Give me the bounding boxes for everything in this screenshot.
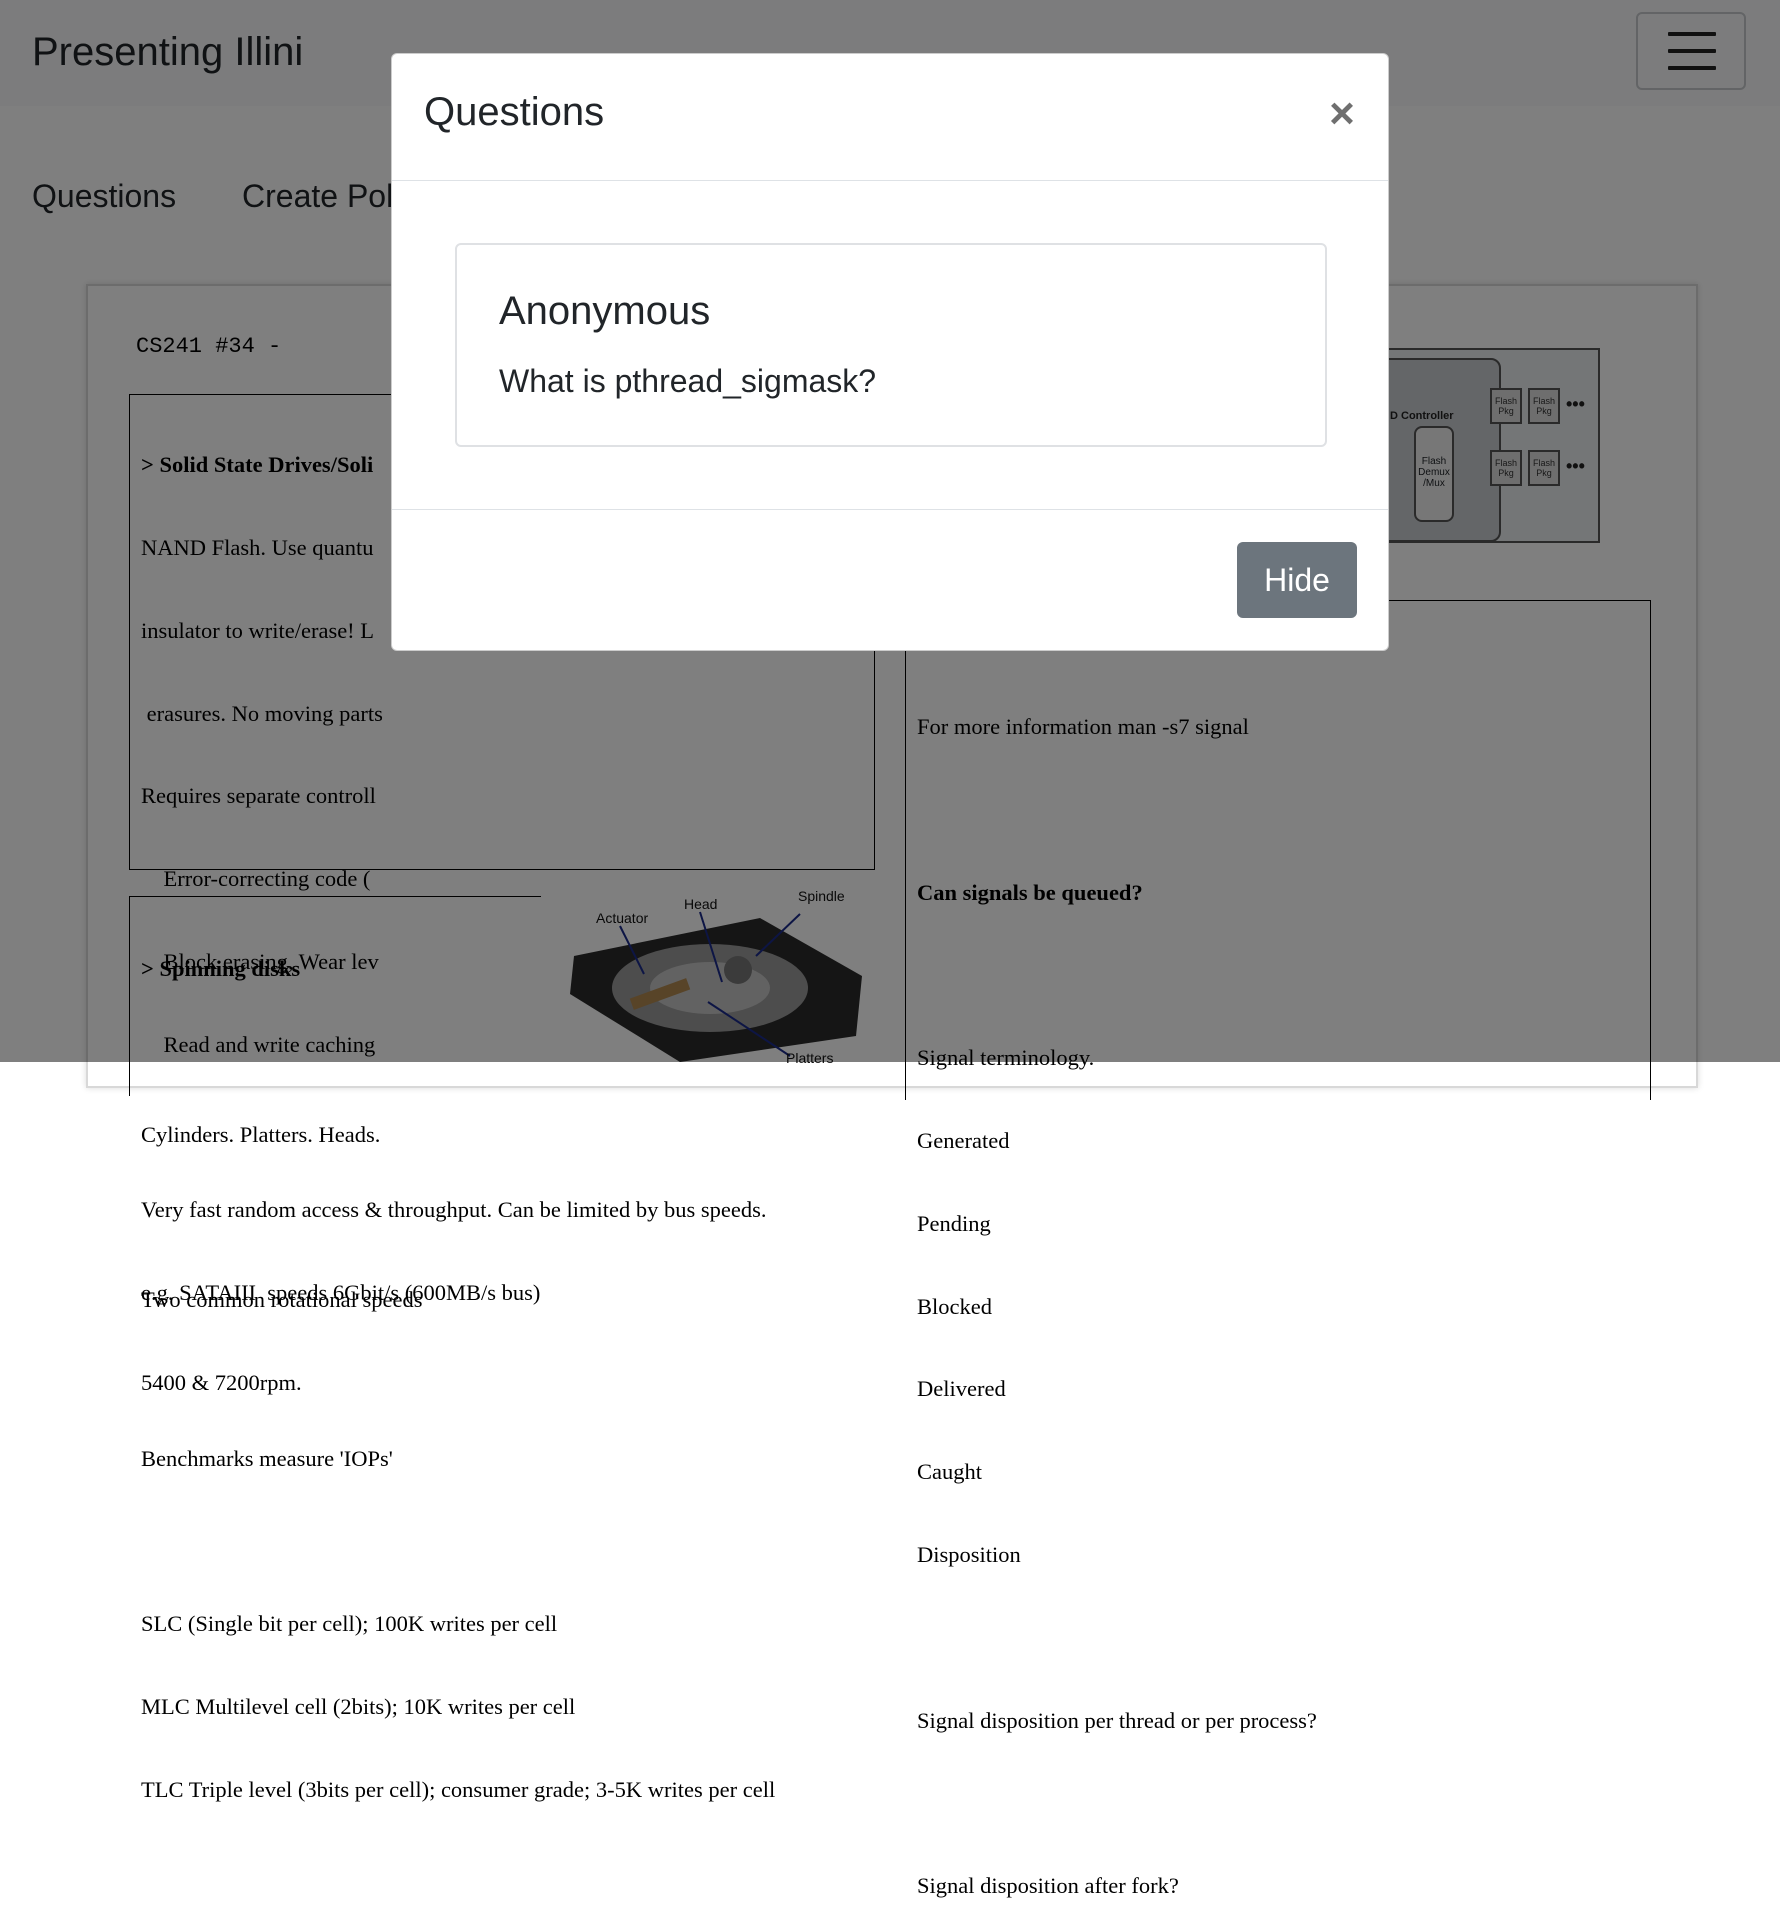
modal-footer-divider	[392, 509, 1388, 510]
spinning-line: ​	[141, 1204, 423, 1232]
signal-line: Signal disposition per thread or per pro…	[917, 1707, 1317, 1733]
question-author: Anonymous	[499, 289, 711, 333]
ssd-line: ​	[141, 1527, 775, 1555]
signal-line: Caught	[917, 1459, 982, 1485]
modal-title: Questions	[424, 90, 605, 134]
signal-line: ​	[917, 1789, 1317, 1817]
spinning-line: 5400 & 7200rpm.	[141, 1370, 302, 1396]
spinning-line: Cylinders. Platters. Heads.	[141, 1121, 381, 1147]
signal-line: Delivered	[917, 1376, 1006, 1402]
hide-button[interactable]: Hide	[1237, 542, 1357, 618]
ssd-line: TLC Triple level (3bits per cell); consu…	[141, 1776, 776, 1802]
ssd-line: SLC (Single bit per cell); 100K writes p…	[141, 1611, 558, 1637]
signal-line: ​	[917, 1624, 1317, 1652]
signal-line: Pending	[917, 1210, 991, 1236]
signal-line: Generated	[917, 1128, 1010, 1154]
signal-line: Blocked	[917, 1293, 992, 1319]
spinning-line: Two common rotational speeds	[141, 1287, 423, 1313]
modal-header: Questions ×	[392, 54, 1388, 181]
signal-line: Signal disposition after fork?	[917, 1873, 1179, 1899]
ssd-line: Benchmarks measure 'IOPs'	[141, 1445, 393, 1471]
question-card: Anonymous What is pthread_sigmask?	[455, 243, 1327, 447]
close-icon[interactable]: ×	[1322, 92, 1362, 136]
question-text: What is pthread_sigmask?	[499, 363, 877, 399]
signal-line: Disposition	[917, 1542, 1021, 1567]
ssd-line: MLC Multilevel cell (2bits); 10K writes …	[141, 1693, 576, 1719]
questions-modal: Questions × Anonymous What is pthread_si…	[391, 53, 1389, 651]
